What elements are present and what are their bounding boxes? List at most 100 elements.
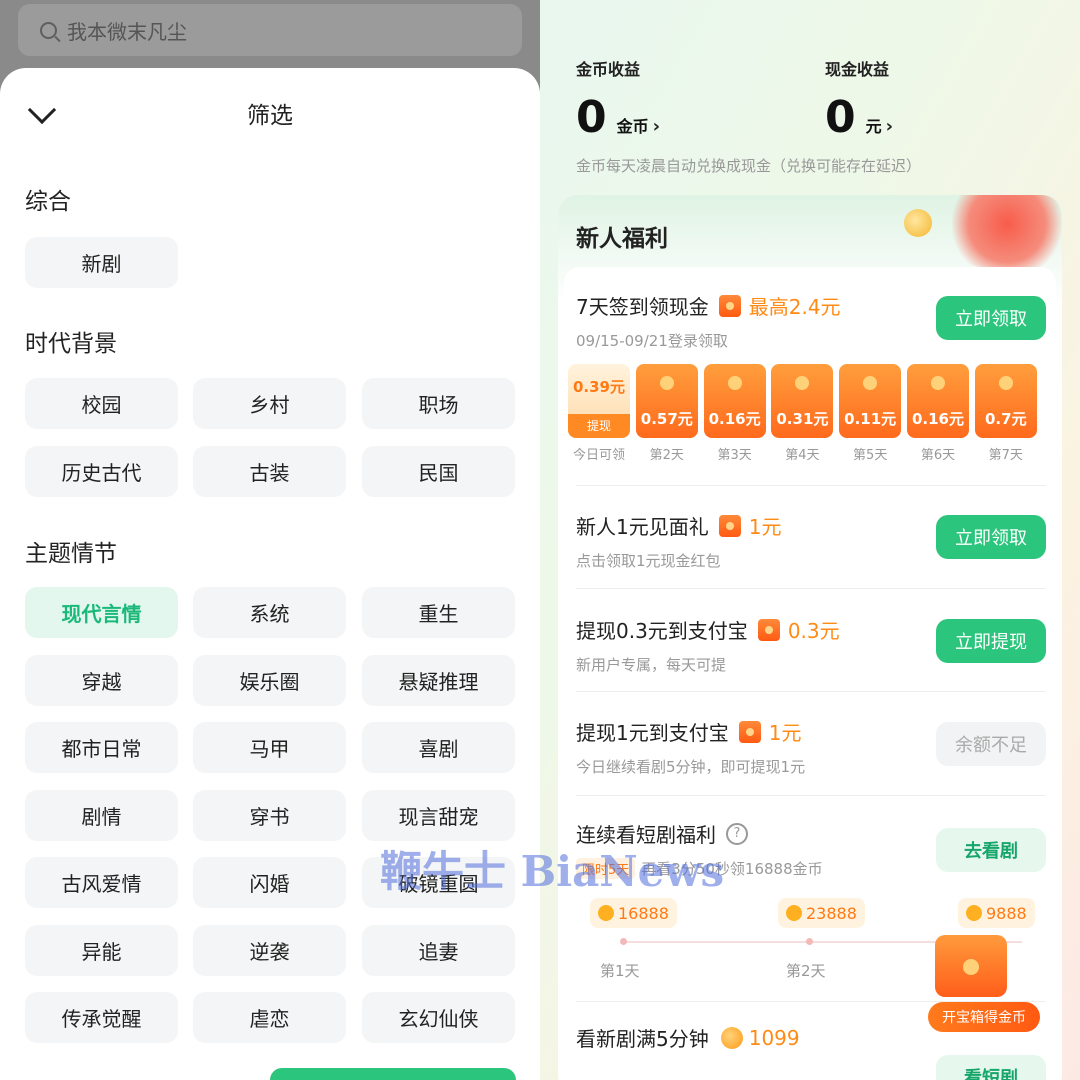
watch-short-button[interactable]: 看短剧 xyxy=(936,1055,1046,1080)
filter-chip[interactable]: 职场 xyxy=(362,378,515,429)
cash-earnings[interactable]: 0 元 › xyxy=(825,92,893,143)
claim-button[interactable]: 立即领取 xyxy=(936,296,1046,340)
checkin-tile: 0.7元 xyxy=(974,364,1037,438)
search-icon xyxy=(40,21,57,39)
checkin-amount: 0.31元 xyxy=(776,410,829,428)
filter-chip[interactable]: 虐恋 xyxy=(193,992,346,1043)
checkin-day[interactable]: 0.16元 第6天 xyxy=(907,364,969,463)
filter-chip[interactable]: 历史古代 xyxy=(25,445,178,497)
withdraw-button[interactable]: 立即提现 xyxy=(936,619,1046,663)
streak-dot xyxy=(806,938,813,945)
filter-chip[interactable]: 现代言情 xyxy=(25,587,178,638)
filter-chip[interactable]: 悬疑推理 xyxy=(362,654,515,706)
checkin-day[interactable]: 0.16元 第3天 xyxy=(703,364,766,463)
filter-chip[interactable]: 重生 xyxy=(362,587,515,638)
filter-chip[interactable]: 传承觉醒 xyxy=(25,992,178,1043)
red-envelope-icon xyxy=(952,195,1062,267)
task-reward: 0.3元 xyxy=(787,619,840,643)
coin-icon xyxy=(795,376,810,390)
filter-chip[interactable]: 喜剧 xyxy=(362,722,515,773)
chevron-right-icon: › xyxy=(885,116,894,137)
task-title: 提现1元到支付宝 xyxy=(576,721,729,745)
checkin-day[interactable]: 0.57元第2天 xyxy=(635,364,698,463)
streak-coins: 23888 xyxy=(806,903,857,923)
task-reward: 最高2.4元 xyxy=(748,295,841,319)
checkin-days: 0.39元 提现 今日可领 0.57元 第2天 0.16元 第3天 0.31元 第4天 0.11元… xyxy=(568,364,1068,474)
checkin-tile: 0.39元 提现 xyxy=(568,364,630,438)
filter-chip[interactable]: 追妻 xyxy=(362,924,515,976)
cash-earnings-value: 0 xyxy=(825,92,856,143)
filter-chip[interactable]: 乡村 xyxy=(193,378,346,429)
filter-chip[interactable]: 剧情 xyxy=(25,789,178,841)
watch-button[interactable]: 去看剧 xyxy=(936,828,1046,872)
checkin-tile: 0.16元 xyxy=(907,364,969,438)
streak-reward: 16888 xyxy=(590,898,677,928)
checkin-day-label: 今日可领 xyxy=(572,448,625,463)
exchange-note: 金币每天凌晨自动兑换成现金（兑换可能存在延迟） xyxy=(576,157,922,175)
filter-chip[interactable]: 娱乐圈 xyxy=(193,654,346,706)
checkin-day[interactable]: 0.31元第4天 xyxy=(771,364,834,463)
filter-chip[interactable]: 古装 xyxy=(193,445,346,497)
red-packet-icon xyxy=(718,294,741,317)
filter-chip[interactable]: 闪婚 xyxy=(193,857,346,908)
filter-chip[interactable]: 马甲 xyxy=(193,722,346,773)
checkin-amount: 0.39元 xyxy=(572,378,625,396)
rewards-panel: 金币收益 0 金币 › 现金收益 0 元 › 金币每天凌晨自动兑换成现金（兑换可… xyxy=(540,0,1080,1080)
red-packet-icon xyxy=(738,720,761,743)
cash-unit: 元 xyxy=(865,117,882,136)
divider xyxy=(576,485,1046,486)
divider xyxy=(576,588,1046,589)
filter-chip[interactable]: 民国 xyxy=(362,445,515,497)
checkin-day-label: 第2天 xyxy=(649,448,684,463)
task-title: 7天签到领现金 xyxy=(576,295,709,319)
streak-coins: 9888 xyxy=(986,903,1027,923)
streak-reward: 9888 xyxy=(958,898,1035,928)
open-chest-badge[interactable]: 开宝箱得金币 xyxy=(928,1002,1040,1032)
filter-chip[interactable]: 异能 xyxy=(25,924,178,976)
filter-chip[interactable]: 系统 xyxy=(193,587,346,638)
filter-chip[interactable]: 穿书 xyxy=(193,789,346,841)
red-packet-icon xyxy=(718,514,741,537)
streak-day-label: 第1天 xyxy=(600,962,640,980)
filter-chip[interactable]: 逆袭 xyxy=(193,924,346,976)
search-bar[interactable]: 我本微末凡尘 xyxy=(18,4,522,56)
treasure-chest-icon[interactable] xyxy=(935,935,1007,997)
filter-chip[interactable]: 校园 xyxy=(25,378,178,429)
insufficient-balance-button[interactable]: 余额不足 xyxy=(936,722,1046,766)
checkin-day-label: 第4天 xyxy=(785,448,820,463)
coin-icon xyxy=(966,905,982,921)
help-icon[interactable]: ? xyxy=(726,822,748,845)
coin-icon xyxy=(931,376,945,390)
divider xyxy=(576,795,1046,796)
filter-chip[interactable]: 玄幻仙侠 xyxy=(362,992,515,1043)
filter-sheet: 筛选 综合 新剧 时代背景 校园 乡村 职场 历史古代 古装 民国 主题情节 现代言情 系统… xyxy=(0,68,540,1080)
checkin-day[interactable]: 0.11元 第5天 xyxy=(839,364,902,463)
checkin-day[interactable]: 0.39元 提现今日可领 xyxy=(568,364,630,463)
task-reward: 1099 xyxy=(748,1025,800,1050)
filter-chip[interactable]: 都市日常 xyxy=(25,722,178,773)
task-checkin: 7天签到领现金 最高2.4元 09/15-09/21登录领取 立即领取 xyxy=(576,291,1046,351)
coin-unit: 金币 xyxy=(616,117,649,136)
task-withdraw-1: 提现1元到支付宝 1元 今日继续看剧5分钟，即可提现1元 余额不足 xyxy=(576,717,1046,777)
checkin-tile: 0.16元 xyxy=(703,364,766,438)
divider xyxy=(576,691,1046,692)
filter-chip[interactable]: 古风爱情 xyxy=(25,857,178,908)
coin-earnings[interactable]: 0 金币 › xyxy=(576,92,660,143)
streak-reward: 23888 xyxy=(778,898,865,928)
task-reward: 1元 xyxy=(768,721,802,745)
checkin-day[interactable]: 0.7元 第7天 xyxy=(974,364,1037,463)
section-title-era: 时代背景 xyxy=(25,331,117,357)
checkin-amount: 0.57元 xyxy=(640,410,693,428)
filter-chip[interactable]: 新剧 xyxy=(25,237,178,288)
checkin-amount: 0.16元 xyxy=(708,410,761,428)
confirm-button[interactable] xyxy=(270,1068,516,1080)
task-title: 看新剧满5分钟 xyxy=(576,1027,709,1051)
checkin-tile: 0.57元 xyxy=(635,364,698,438)
filter-chip[interactable]: 穿越 xyxy=(25,654,178,706)
streak-day-label: 第2天 xyxy=(786,962,826,980)
claim-button[interactable]: 立即领取 xyxy=(936,515,1046,559)
task-title: 提现0.3元到支付宝 xyxy=(576,619,748,643)
filter-chip[interactable]: 现言甜宠 xyxy=(362,789,515,841)
coin-earnings-value: 0 xyxy=(576,92,607,143)
coin-icon xyxy=(904,209,932,237)
